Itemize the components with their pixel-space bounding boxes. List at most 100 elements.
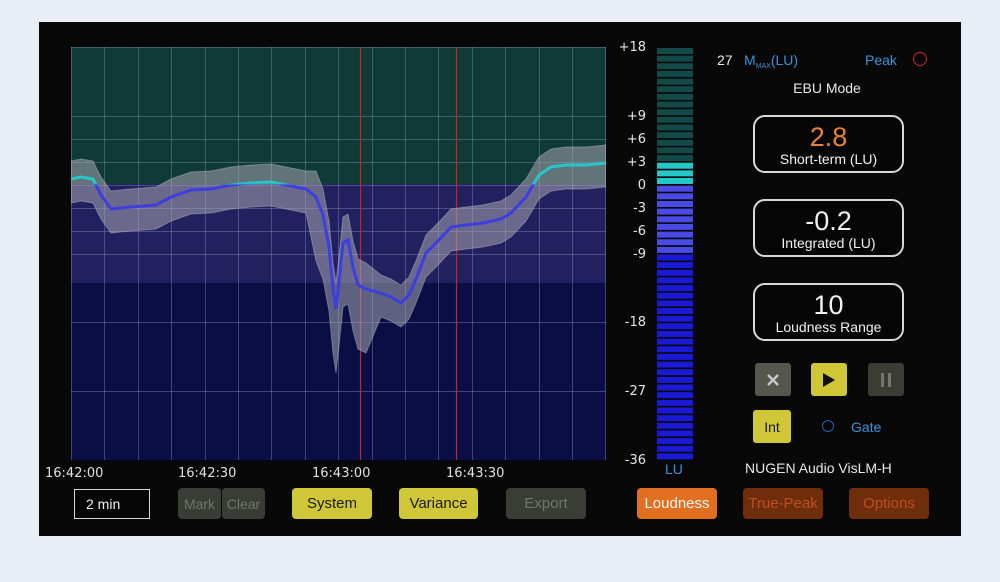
loudness-history-graph[interactable]: [71, 47, 606, 460]
peak-label: Peak: [865, 52, 897, 68]
meter-segment: [657, 246, 693, 253]
scale-label: 0: [637, 177, 646, 193]
options-tab[interactable]: Options: [849, 488, 929, 519]
brand-label: NUGEN Audio VisLM-H: [745, 460, 892, 476]
scale-label: +6: [626, 131, 646, 147]
meter-segment: [657, 155, 693, 162]
meter-segment: [657, 132, 693, 139]
timespan-field[interactable]: 2 min: [74, 489, 150, 519]
meter-segment: [657, 55, 693, 62]
scale-label: -3: [633, 200, 646, 216]
meter-segment: [657, 162, 693, 169]
export-button[interactable]: Export: [506, 488, 586, 519]
short-term-value: 2.8: [809, 122, 848, 152]
meter-segment: [657, 422, 693, 429]
meter-segment: [657, 48, 693, 54]
peak-indicator[interactable]: [913, 52, 927, 66]
pause-button[interactable]: [868, 363, 904, 396]
meter-segment: [657, 361, 693, 368]
meter-segment: [657, 430, 693, 437]
time-label-3: 16:43:00: [312, 466, 371, 481]
system-button[interactable]: System: [292, 488, 372, 519]
meter-segment: [657, 116, 693, 123]
play-icon: [823, 372, 835, 387]
meter-segment: [657, 216, 693, 223]
meter-segment: [657, 315, 693, 322]
variance-button[interactable]: Variance: [399, 488, 478, 519]
mmax-value: 27: [717, 52, 733, 68]
scale-label: -27: [624, 384, 646, 400]
loudness-range-readout: 10 Loudness Range: [753, 283, 904, 341]
meter-segment: [657, 208, 693, 215]
meter-segment: [657, 338, 693, 345]
meter-segment: [657, 292, 693, 299]
int-button[interactable]: Int: [753, 410, 791, 443]
meter-segment: [657, 223, 693, 230]
meter-segment: [657, 178, 693, 184]
meter-segment: [657, 331, 693, 337]
time-label-4: 16:43:30: [446, 466, 505, 481]
integrated-value: -0.2: [805, 206, 852, 236]
meter-segment: [657, 392, 693, 399]
short-term-readout: 2.8 Short-term (LU): [753, 115, 904, 173]
gate-indicator[interactable]: [822, 420, 834, 432]
mmax-label: MMAX(LU): [744, 52, 799, 70]
meter-segment: [657, 93, 693, 100]
meter-segment: [657, 353, 693, 360]
loudness-range-caption: Loudness Range: [775, 319, 882, 335]
scale-label: -9: [633, 246, 646, 262]
ebu-mode-label: EBU Mode: [793, 80, 861, 96]
meter-segment: [657, 376, 693, 383]
time-label-2: 16:42:30: [178, 466, 237, 481]
clear-button[interactable]: Clear: [222, 488, 265, 519]
time-label-1: 16:42:00: [45, 466, 104, 481]
meter-segment: [657, 139, 693, 146]
meter-segment: [657, 438, 693, 445]
meter-segment: [657, 277, 693, 284]
integrated-caption: Integrated (LU): [781, 235, 876, 251]
meter-segment: [657, 201, 693, 207]
play-button[interactable]: [811, 363, 847, 396]
meter-segment: [657, 453, 693, 460]
meter-segment: [657, 239, 693, 246]
meter-segment: [657, 300, 693, 307]
meter-segment: [657, 269, 693, 276]
gate-label: Gate: [851, 419, 882, 435]
meter-segment: [657, 369, 693, 376]
meter-segment: [657, 399, 693, 406]
meter-unit-label: LU: [665, 461, 683, 477]
meter-segment: [657, 109, 693, 116]
integrated-readout: -0.2 Integrated (LU): [753, 199, 904, 257]
meter-segment: [657, 101, 693, 108]
loudness-range-value: 10: [813, 290, 844, 320]
meter-segment: [657, 185, 693, 192]
reset-button[interactable]: [755, 363, 791, 396]
meter-segment: [657, 78, 693, 85]
meter-segment: [657, 407, 693, 414]
pause-icon: [881, 372, 891, 387]
scale-label: +18: [618, 40, 646, 55]
scale-label: +3: [626, 154, 646, 170]
meter-segment: [657, 147, 693, 154]
scale-label: +9: [626, 108, 646, 124]
meter-segment: [657, 262, 693, 269]
meter-segment: [657, 445, 693, 452]
meter-segment: [657, 308, 693, 314]
meter-segment: [657, 384, 693, 391]
scale-label: -6: [633, 223, 646, 239]
meter-segment: [657, 323, 693, 330]
meter-segment: [657, 63, 693, 70]
true-peak-tab[interactable]: True-Peak: [743, 488, 823, 519]
close-icon: [767, 373, 779, 386]
loudness-meter: [657, 48, 693, 460]
scale-label: -36: [624, 453, 646, 468]
mark-button[interactable]: Mark: [178, 488, 221, 519]
meter-segment: [657, 124, 693, 131]
meter-segment: [657, 170, 693, 177]
loudness-tab[interactable]: Loudness: [637, 488, 717, 519]
meter-segment: [657, 254, 693, 261]
meter-segment: [657, 70, 693, 77]
meter-segment: [657, 346, 693, 353]
meter-segment: [657, 415, 693, 422]
meter-segment: [657, 193, 693, 200]
